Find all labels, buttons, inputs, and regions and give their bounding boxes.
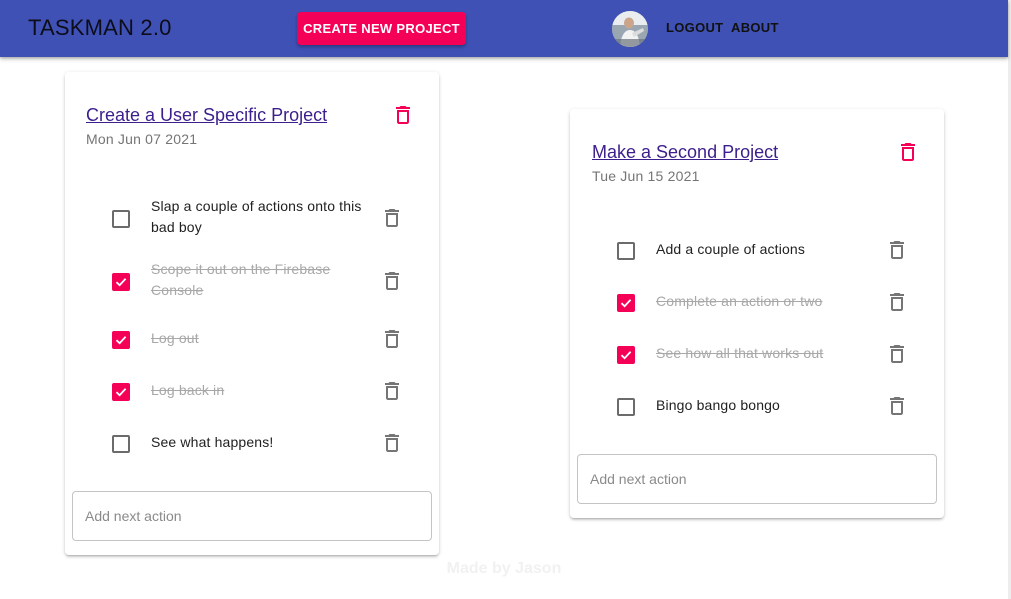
action-checkbox[interactable] <box>112 383 130 401</box>
trash-outline-icon <box>890 397 904 415</box>
project-card: Create a User Specific Project Mon Jun 0… <box>65 72 439 555</box>
delete-project-button[interactable] <box>896 140 920 164</box>
delete-action-button[interactable] <box>380 269 404 293</box>
trash-outline-icon <box>385 382 399 400</box>
action-checkbox[interactable] <box>112 331 130 349</box>
action-checkbox[interactable] <box>617 242 635 260</box>
trash-outline-icon <box>385 330 399 348</box>
action-text: Log back in <box>151 382 225 398</box>
app-bar: TASKMAN 2.0 CREATE NEW PROJECT LOGOUT AB… <box>0 0 1008 57</box>
action-checkbox[interactable] <box>112 435 130 453</box>
project-title-link[interactable]: Make a Second Project <box>592 142 778 163</box>
project-card: Make a Second Project Tue Jun 15 2021 Ad… <box>570 109 944 518</box>
delete-action-button[interactable] <box>380 327 404 351</box>
checkmark-icon <box>620 299 632 308</box>
action-text: Complete an action or two <box>656 293 823 309</box>
trash-outline-icon <box>385 209 399 227</box>
add-action-field[interactable] <box>72 491 432 541</box>
trash-outline-icon <box>890 345 904 363</box>
about-link[interactable]: ABOUT <box>731 20 779 35</box>
add-action-field[interactable] <box>577 454 937 504</box>
trash-outline-icon <box>385 434 399 452</box>
project-date: Tue Jun 15 2021 <box>592 168 700 184</box>
action-text: See how all that works out <box>656 345 824 361</box>
action-checkbox[interactable] <box>112 210 130 228</box>
action-checkbox[interactable] <box>112 273 130 291</box>
delete-action-button[interactable] <box>885 394 909 418</box>
delete-action-button[interactable] <box>380 206 404 230</box>
action-text: Bingo bango bongo <box>656 397 780 413</box>
checkmark-icon <box>115 336 127 345</box>
action-text: Add a couple of actions <box>656 241 805 257</box>
checkmark-icon <box>620 351 632 360</box>
trash-icon <box>901 143 915 161</box>
action-text: Slap a couple of actions onto this bad b… <box>151 198 362 235</box>
delete-action-button[interactable] <box>380 379 404 403</box>
trash-outline-icon <box>890 241 904 259</box>
app-title: TASKMAN 2.0 <box>28 15 172 40</box>
delete-action-button[interactable] <box>380 431 404 455</box>
delete-project-button[interactable] <box>391 103 415 127</box>
logout-link[interactable]: LOGOUT <box>666 20 723 35</box>
project-title-link[interactable]: Create a User Specific Project <box>86 105 327 126</box>
action-checkbox[interactable] <box>617 398 635 416</box>
project-date: Mon Jun 07 2021 <box>86 131 198 147</box>
action-text: See what happens! <box>151 434 274 450</box>
action-text: Scope it out on the Firebase Console <box>151 261 331 298</box>
add-action-input[interactable] <box>578 455 936 503</box>
action-checkbox[interactable] <box>617 294 635 312</box>
create-new-project-button[interactable]: CREATE NEW PROJECT <box>297 12 466 45</box>
trash-outline-icon <box>890 293 904 311</box>
delete-action-button[interactable] <box>885 290 909 314</box>
add-action-input[interactable] <box>73 492 431 540</box>
trash-outline-icon <box>385 272 399 290</box>
avatar[interactable] <box>612 11 648 47</box>
checkmark-icon <box>115 278 127 287</box>
action-checkbox[interactable] <box>617 346 635 364</box>
user-photo-icon <box>612 11 648 47</box>
trash-icon <box>396 106 410 124</box>
delete-action-button[interactable] <box>885 342 909 366</box>
delete-action-button[interactable] <box>885 238 909 262</box>
action-text: Log out <box>151 330 199 346</box>
footer-credit: Made by Jason <box>446 560 562 577</box>
checkmark-icon <box>115 388 127 397</box>
